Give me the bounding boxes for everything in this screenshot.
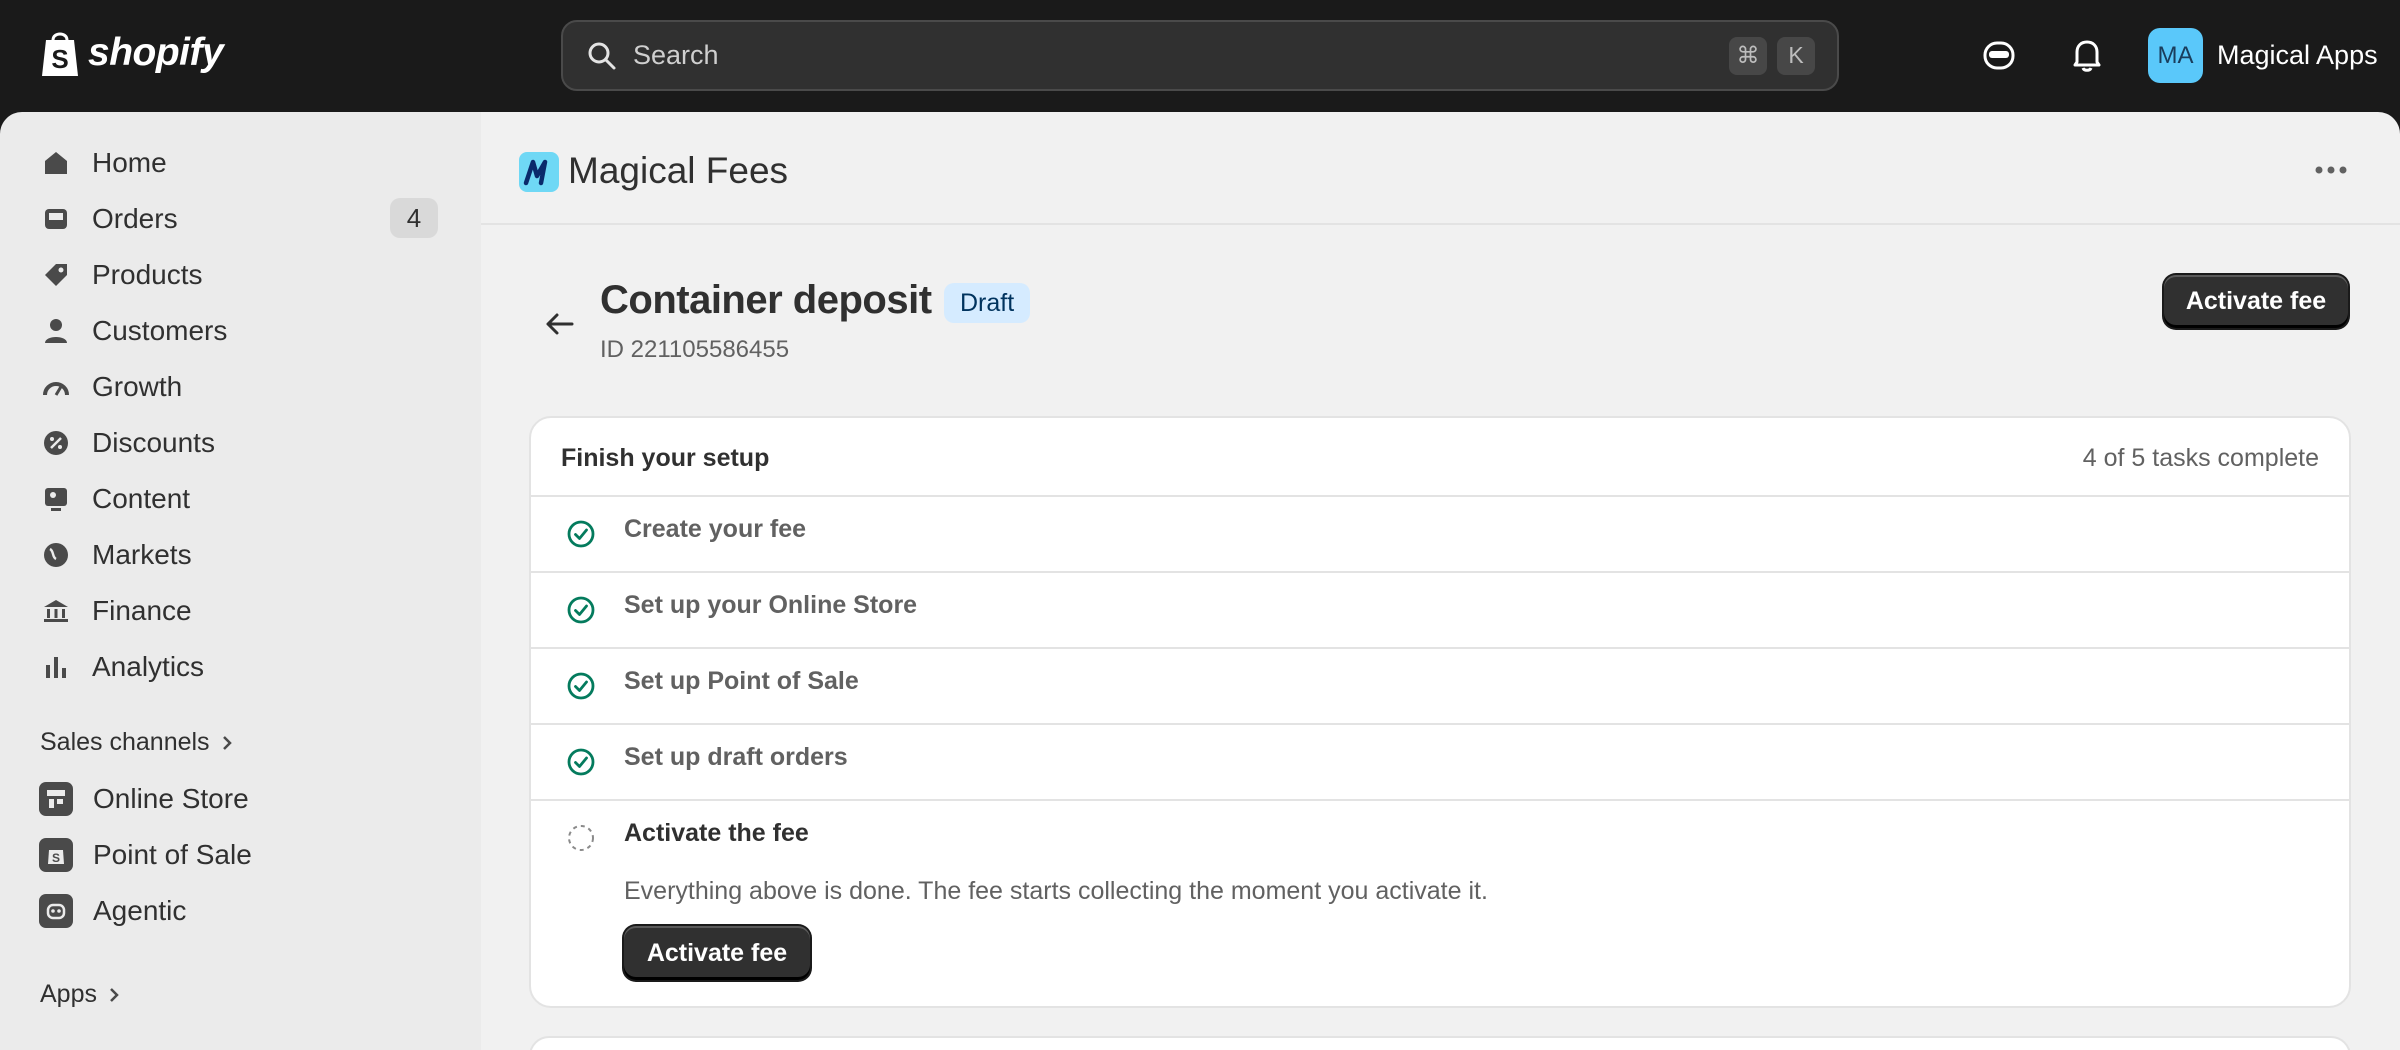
sidebar-item-label: Discounts [92, 427, 215, 458]
main-content: Magical Fees Container deposit Draft ID … [481, 112, 2400, 1050]
sidebar-item-content[interactable]: Content [38, 474, 438, 524]
shortcut-cmd-key: ⌘ [1729, 36, 1767, 75]
task-point-of-sale[interactable]: Set up Point of Sale [531, 649, 2349, 725]
page-title: Container deposit [600, 278, 932, 322]
shopify-logo[interactable]: S shopify [38, 28, 224, 78]
status-badge: Draft [944, 283, 1031, 323]
sidebar-item-analytics[interactable]: Analytics [38, 642, 438, 692]
sidebar-item-markets[interactable]: Markets [38, 530, 438, 580]
task-label: Set up your Online Store [624, 591, 918, 619]
task-description: Everything above is done. The fee starts… [624, 877, 1488, 905]
arrow-left-icon [546, 313, 574, 335]
app-header: Magical Fees [481, 112, 2400, 225]
sidebar-item-label: Finance [92, 595, 192, 626]
tag-icon [38, 257, 74, 293]
sidebar-item-online-store[interactable]: Online Store [38, 774, 438, 824]
task-online-store[interactable]: Set up your Online Store [531, 573, 2349, 649]
image-icon [38, 481, 74, 517]
task-create-fee[interactable]: Create your fee [531, 497, 2349, 573]
setup-card: Finish your setup 4 of 5 tasks complete … [529, 416, 2351, 1008]
globe-icon [38, 537, 74, 573]
sidebar-item-finance[interactable]: Finance [38, 586, 438, 636]
magical-m-icon [523, 159, 548, 186]
notifications-button[interactable] [2066, 34, 2108, 76]
store-icon [39, 782, 73, 816]
activate-fee-task-button[interactable]: Activate fee [624, 926, 810, 980]
task-draft-orders[interactable]: Set up draft orders [531, 725, 2349, 801]
orders-count-badge: 4 [390, 198, 438, 238]
avatar: MA [2148, 28, 2203, 83]
chevron-right-icon [110, 987, 119, 1002]
fee-id: ID 221105586455 [600, 336, 790, 363]
sidebar: Home Orders 4 Products Customers Growth … [0, 112, 481, 1050]
top-bar: S shopify ⌘ K MA Magical Apps [0, 0, 2400, 112]
apps-label: Apps [40, 980, 97, 1008]
back-button[interactable] [536, 300, 584, 348]
sidebar-item-customers[interactable]: Customers [38, 306, 438, 356]
sidekick-button[interactable] [1978, 34, 2020, 76]
sidekick-icon [1983, 41, 2015, 70]
gauge-icon [38, 369, 74, 405]
bell-icon [2073, 40, 2101, 72]
discount-icon [38, 425, 74, 461]
task-label: Create your fee [624, 515, 807, 543]
bank-icon [38, 593, 74, 629]
setup-card-title: Finish your setup [561, 444, 770, 472]
svg-text:S: S [51, 44, 68, 74]
sales-channels-label: Sales channels [40, 728, 210, 756]
apps-link[interactable]: Apps [40, 980, 121, 1009]
search-input[interactable] [633, 40, 1719, 71]
shortcut-k-key: K [1777, 36, 1815, 75]
sidebar-item-home[interactable]: Home [38, 138, 438, 188]
robot-icon [39, 894, 73, 928]
chevron-right-icon [222, 735, 232, 750]
sidebar-item-label: Products [92, 259, 203, 290]
inbox-icon [38, 201, 74, 237]
sidebar-item-discounts[interactable]: Discounts [38, 418, 438, 468]
home-icon [38, 145, 74, 181]
check-circle-icon [567, 520, 595, 548]
check-circle-icon [567, 672, 595, 700]
sidebar-item-label: Growth [92, 371, 183, 402]
app-title: Magical Fees [568, 150, 789, 191]
setup-card-header: Finish your setup 4 of 5 tasks complete [531, 418, 2349, 497]
search-bar[interactable]: ⌘ K [561, 20, 1839, 91]
task-label: Set up draft orders [624, 743, 848, 771]
pos-icon: S [39, 838, 73, 872]
sales-channels-link[interactable]: Sales channels [40, 728, 234, 757]
sidebar-item-label: Analytics [92, 651, 205, 682]
sidebar-item-growth[interactable]: Growth [38, 362, 438, 412]
search-icon [588, 42, 616, 69]
activate-fee-button[interactable]: Activate fee [2164, 275, 2348, 328]
magical-fees-logo [519, 152, 559, 192]
sidebar-item-label: Markets [92, 539, 192, 570]
sidebar-item-label: Agentic [93, 895, 187, 926]
more-horizontal-icon[interactable] [2314, 162, 2348, 178]
sidebar-item-label: Online Store [93, 783, 249, 814]
task-label: Set up Point of Sale [624, 667, 859, 695]
check-circle-icon [567, 596, 595, 624]
shopify-bag-icon: S [42, 32, 78, 76]
dashed-circle-icon [568, 825, 594, 851]
sidebar-item-label: Home [92, 147, 167, 178]
check-circle-icon [567, 748, 595, 776]
sidebar-item-label: Orders [92, 203, 178, 234]
person-icon [38, 313, 74, 349]
sidebar-item-products[interactable]: Products [38, 250, 438, 300]
svg-text:S: S [52, 851, 60, 865]
account-menu[interactable]: MA Magical Apps [2148, 28, 2378, 83]
sidebar-item-point-of-sale[interactable]: S Point of Sale [38, 830, 438, 880]
sidebar-item-label: Customers [92, 315, 228, 346]
sidebar-item-orders[interactable]: Orders 4 [38, 194, 438, 244]
sidebar-item-label: Content [92, 483, 191, 514]
sidebar-item-agentic[interactable]: Agentic [38, 886, 438, 936]
task-label: Activate the fee [624, 819, 809, 847]
account-name: Magical Apps [2217, 40, 2378, 70]
setup-progress-text: 4 of 5 tasks complete [2082, 444, 2319, 472]
brand-name: shopify [88, 31, 224, 74]
sidebar-item-label: Point of Sale [93, 839, 252, 870]
task-activate-fee: Activate the fee Everything above is don… [531, 801, 2349, 1006]
next-card [529, 1036, 2351, 1050]
bar-chart-icon [38, 649, 74, 685]
